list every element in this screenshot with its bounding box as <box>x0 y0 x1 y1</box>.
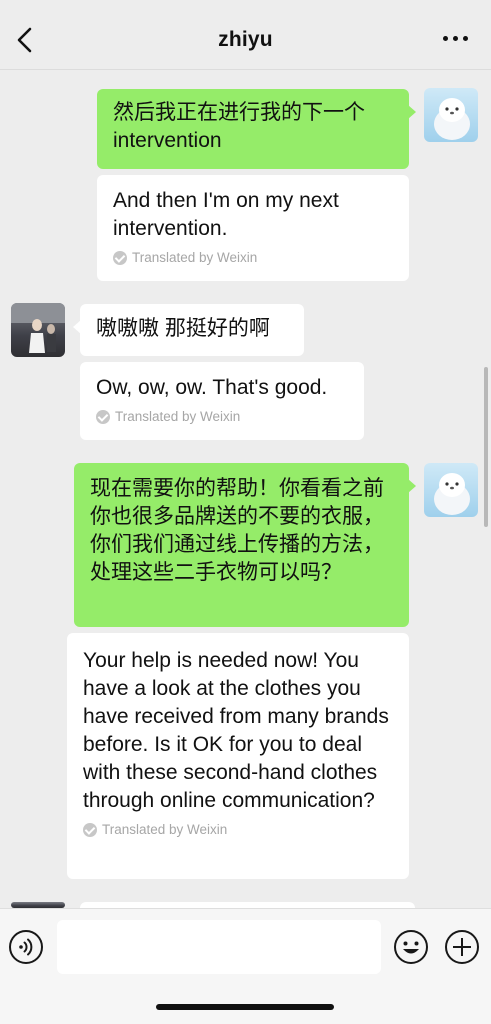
more-button[interactable] <box>443 36 471 46</box>
message-text: 然后我正在进行我的下一个intervention <box>113 101 365 152</box>
emoji-icon <box>394 930 428 964</box>
translated-by-label: Translated by Weixin <box>96 408 348 426</box>
translation-card[interactable]: Ow, ow, ow. That's good. Translated by W… <box>80 362 364 440</box>
voice-button[interactable] <box>8 929 44 965</box>
seal-avatar-image <box>434 98 470 140</box>
check-icon <box>113 251 127 265</box>
chat-title: zhiyu <box>218 28 273 51</box>
chat-screen: zhiyu 然后我正在进行我的下一个intervention And then … <box>0 0 491 1024</box>
message-text: 嗷嗷嗷 那挺好的啊 <box>96 317 270 340</box>
emoji-button[interactable] <box>393 929 429 965</box>
message-bubble-me[interactable]: 然后我正在进行我的下一个intervention <box>97 89 416 169</box>
photo-avatar-image <box>11 303 65 353</box>
my-avatar[interactable] <box>424 88 478 142</box>
translated-by-label: Translated by Weixin <box>83 821 393 839</box>
seal-avatar-image <box>434 473 470 515</box>
my-avatar[interactable] <box>424 463 478 517</box>
navigation-bar: zhiyu <box>0 0 491 70</box>
check-icon <box>96 410 110 424</box>
contact-avatar[interactable] <box>11 303 65 357</box>
translated-by-label: Translated by Weixin <box>113 249 393 267</box>
more-dots-icon <box>443 36 448 41</box>
message-list[interactable]: 然后我正在进行我的下一个intervention And then I'm on… <box>0 71 491 908</box>
voice-icon <box>9 930 43 964</box>
message-text: 现在需要你的帮助！你看看之前你也很多品牌送的不要的衣服，你们我们通过线上传播的方… <box>90 477 384 584</box>
translation-card[interactable]: And then I'm on my next intervention. Tr… <box>97 175 409 281</box>
plus-icon <box>445 930 479 964</box>
translation-text: And then I'm on my next intervention. <box>113 189 339 240</box>
home-indicator[interactable] <box>156 1004 334 1010</box>
message-bubble-me[interactable]: 现在需要你的帮助！你看看之前你也很多品牌送的不要的衣服，你们我们通过线上传播的方… <box>74 463 416 627</box>
translation-text: Your help is needed now! You have a look… <box>83 649 389 812</box>
scrollbar[interactable] <box>484 367 488 527</box>
translation-text: Ow, ow, ow. That's good. <box>96 376 328 399</box>
check-icon <box>83 823 97 837</box>
more-functions-button[interactable] <box>444 929 480 965</box>
message-input[interactable] <box>57 920 381 974</box>
message-bubble-other[interactable]: 嗷嗷嗷 那挺好的啊 <box>73 304 304 356</box>
translation-card[interactable]: Your help is needed now! You have a look… <box>67 633 409 879</box>
